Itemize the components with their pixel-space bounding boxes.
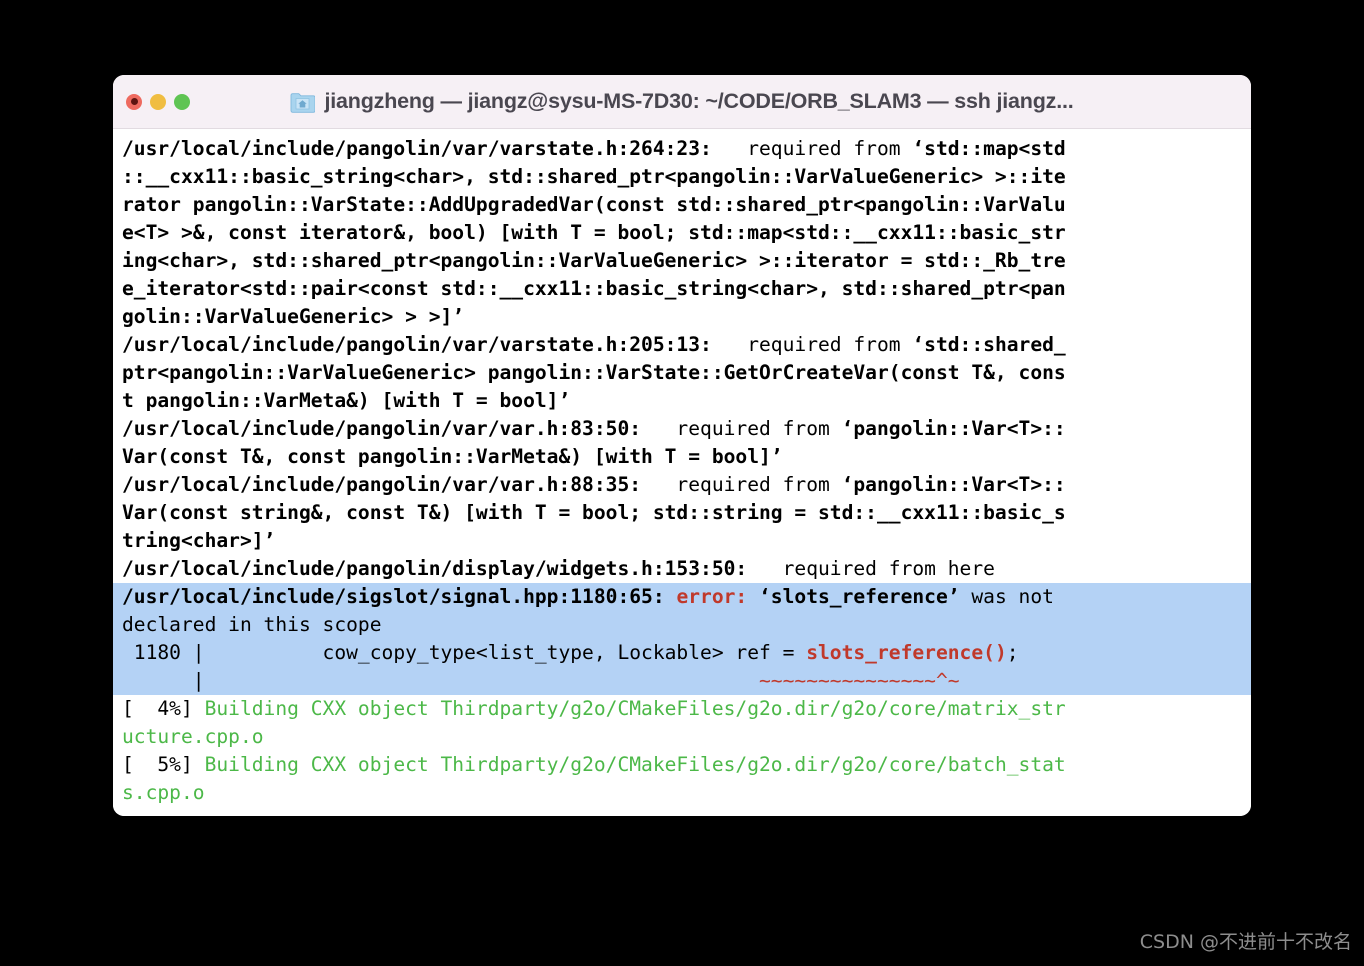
terminal-text: ::__cxx11::basic_string<char>, std::shar… — [122, 165, 1066, 188]
terminal-line: /usr/local/include/pangolin/var/var.h:88… — [113, 471, 1251, 499]
title-bar-center: jiangzheng — jiangz@sysu-MS-7D30: ~/CODE… — [113, 89, 1251, 114]
terminal-text: golin::VarValueGeneric> > >]’ — [122, 305, 465, 328]
terminal-line: [ 4%] Building CXX object Thirdparty/g2o… — [113, 695, 1251, 723]
terminal-text: [ — [122, 753, 134, 776]
terminal-line: [ 5%] Building CXX object Thirdparty/g2o… — [113, 751, 1251, 779]
terminal-text: ~~~~~~~~~~~~~~~^~ — [759, 669, 960, 692]
terminal-line: t pangolin::VarMeta&) [with T = bool]’ — [113, 387, 1251, 415]
terminal-line: e<T> >&, const iterator&, bool) [with T … — [113, 219, 1251, 247]
terminal-text: required from — [711, 333, 913, 356]
terminal-text: ] — [180, 697, 205, 720]
terminal-line: 1180 | cow_copy_type<list_type, Lockable… — [113, 639, 1251, 667]
terminal-text: ‘std::map<std — [912, 137, 1066, 160]
terminal-line: /usr/local/include/pangolin/var/var.h:83… — [113, 415, 1251, 443]
folder-home-icon — [291, 92, 316, 113]
close-button[interactable] — [126, 93, 142, 110]
terminal-line: ::__cxx11::basic_string<char>, std::shar… — [113, 163, 1251, 191]
terminal-text: slots_reference() — [806, 641, 1007, 664]
terminal-text: [ — [122, 697, 134, 720]
terminal-text: Building CXX object Thirdparty/g2o/CMake… — [204, 697, 1066, 720]
terminal-line: declared in this scope — [113, 611, 1251, 639]
terminal-output[interactable]: /usr/local/include/pangolin/var/varstate… — [113, 129, 1251, 816]
watermark: CSDN @不进前十不改名 — [1139, 931, 1352, 953]
terminal-window[interactable]: jiangzheng — jiangz@sysu-MS-7D30: ~/CODE… — [113, 75, 1251, 816]
terminal-text: 1180 | cow_copy_type<list_type, Lockable… — [122, 641, 807, 664]
terminal-text: required from here — [747, 557, 995, 580]
terminal-text: required from — [641, 417, 842, 440]
terminal-text: declared in this scope — [122, 613, 382, 636]
terminal-text: required from — [711, 137, 913, 160]
window-controls — [113, 93, 190, 110]
terminal-text: ing<char>, std::shared_ptr<pangolin::Var… — [122, 249, 1066, 272]
terminal-line: ptr<pangolin::VarValueGeneric> pangolin:… — [113, 359, 1251, 387]
terminal-text: Building CXX object Thirdparty/g2o/CMake… — [204, 753, 1066, 776]
terminal-line: e_iterator<std::pair<const std::__cxx11:… — [113, 275, 1251, 303]
terminal-line: | ~~~~~~~~~~~~~~~^~ — [113, 667, 1251, 695]
terminal-line: tring<char>]’ — [113, 527, 1251, 555]
terminal-text: ‘slots_reference’ — [759, 585, 960, 608]
terminal-line: /usr/local/include/pangolin/var/varstate… — [113, 135, 1251, 163]
terminal-text: e_iterator<std::pair<const std::__cxx11:… — [122, 277, 1066, 300]
terminal-line: rator pangolin::VarState::AddUpgradedVar… — [113, 191, 1251, 219]
terminal-text: ptr<pangolin::VarValueGeneric> pangolin:… — [122, 361, 1066, 384]
terminal-line: /usr/local/include/sigslot/signal.hpp:11… — [113, 583, 1251, 611]
terminal-text: ‘pangolin::Var<T>:: — [841, 417, 1066, 440]
terminal-text: Var(const string&, const T&) [with T = b… — [122, 501, 1066, 524]
terminal-text: required from — [641, 473, 842, 496]
terminal-line: /usr/local/include/pangolin/display/widg… — [113, 555, 1251, 583]
terminal-text: ; — [1006, 641, 1019, 664]
terminal-text: | — [122, 669, 760, 692]
terminal-text: ‘pangolin::Var<T>:: — [841, 473, 1066, 496]
terminal-line: golin::VarValueGeneric> > >]’ — [113, 303, 1251, 331]
terminal-line: Var(const string&, const T&) [with T = b… — [113, 499, 1251, 527]
terminal-text: 4% — [133, 697, 181, 720]
terminal-text: /usr/local/include/pangolin/var/varstate… — [122, 333, 712, 356]
terminal-text: /usr/local/include/pangolin/var/var.h:83… — [122, 417, 642, 440]
terminal-text: rator pangolin::VarState::AddUpgradedVar… — [122, 193, 1066, 216]
terminal-text: ‘std::shared_ — [912, 333, 1066, 356]
terminal-text: /usr/local/include/pangolin/var/var.h:88… — [122, 473, 642, 496]
terminal-text: error: — [676, 585, 760, 608]
terminal-text: Var(const T&, const pangolin::VarMeta&) … — [122, 445, 783, 468]
window-title: jiangzheng — jiangz@sysu-MS-7D30: ~/CODE… — [324, 89, 1074, 113]
window-title-bar[interactable]: jiangzheng — jiangz@sysu-MS-7D30: ~/CODE… — [113, 75, 1251, 129]
terminal-text: /usr/local/include/pangolin/var/varstate… — [122, 137, 712, 160]
terminal-text: e<T> >&, const iterator&, bool) [with T … — [122, 221, 1066, 244]
terminal-line: Var(const T&, const pangolin::VarMeta&) … — [113, 443, 1251, 471]
terminal-text: ] — [180, 753, 205, 776]
terminal-text: tring<char>]’ — [122, 529, 276, 552]
maximize-button[interactable] — [174, 93, 190, 110]
terminal-text: s.cpp.o — [122, 781, 205, 804]
terminal-line: ucture.cpp.o — [113, 723, 1251, 751]
terminal-line: /usr/local/include/pangolin/var/varstate… — [113, 331, 1251, 359]
terminal-text: ucture.cpp.o — [122, 725, 264, 748]
terminal-text: 5% — [133, 753, 181, 776]
terminal-text: t pangolin::VarMeta&) [with T = bool]’ — [122, 389, 571, 412]
terminal-text: /usr/local/include/pangolin/display/widg… — [122, 557, 748, 580]
terminal-text: was not — [959, 585, 1054, 608]
terminal-text: /usr/local/include/sigslot/signal.hpp:11… — [122, 585, 677, 608]
minimize-button[interactable] — [150, 93, 166, 110]
terminal-line: s.cpp.o — [113, 779, 1251, 807]
terminal-line: ing<char>, std::shared_ptr<pangolin::Var… — [113, 247, 1251, 275]
